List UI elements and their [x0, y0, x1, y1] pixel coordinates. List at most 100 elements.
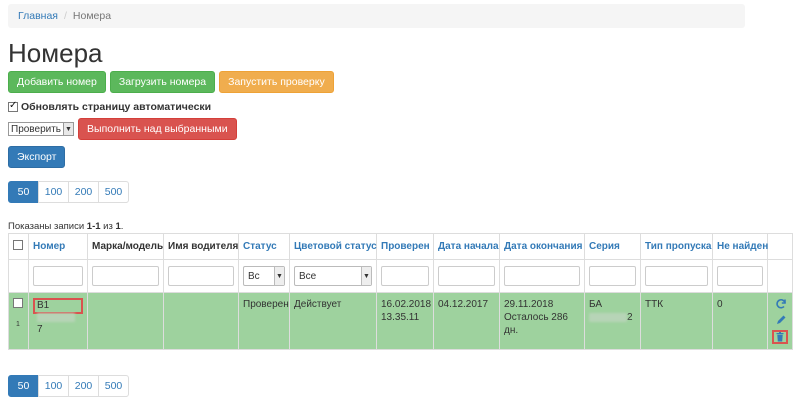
page-size-100[interactable]: 100: [38, 375, 69, 397]
pencil-icon[interactable]: [774, 314, 788, 328]
filter-cell: [87, 259, 164, 293]
chevron-down-icon: ▼: [274, 267, 284, 285]
trash-icon[interactable]: [772, 330, 788, 344]
page-size-200[interactable]: 200: [68, 181, 99, 203]
cell-end-date: 29.11.2018 Осталось 286 дн.: [499, 292, 585, 350]
cell-checked: 16.02.2018 13.35.11: [376, 292, 434, 350]
header-end-date[interactable]: Дата окончания: [499, 233, 585, 260]
filter-number-input[interactable]: [33, 266, 83, 286]
filter-not-found-input[interactable]: [717, 266, 763, 286]
bulk-actions: Проверить ▼ Выполнить над выбранными: [8, 118, 237, 140]
page-size-50[interactable]: 50: [8, 375, 39, 397]
filter-cell: [712, 259, 768, 293]
row-checkbox[interactable]: [13, 298, 23, 308]
header-actions: [767, 233, 793, 260]
cell-not-found: 0: [712, 292, 768, 350]
bulk-action-select[interactable]: Проверить ▼: [8, 122, 75, 136]
page-size-500[interactable]: 500: [98, 375, 129, 397]
auto-refresh-option: Обновлять страницу автоматически: [8, 100, 212, 113]
header-start-date[interactable]: Дата начала: [433, 233, 500, 260]
add-number-button[interactable]: Добавить номер: [8, 71, 106, 93]
filter-driver-input[interactable]: [168, 266, 234, 286]
select-all-checkbox[interactable]: [13, 240, 23, 250]
header-color-status[interactable]: Цветовой статус: [289, 233, 377, 260]
page-size-50[interactable]: 50: [8, 181, 39, 203]
table-header-row: Номер Марка/модель Имя водителя Статус Ц…: [8, 233, 793, 260]
cell-make-model: [87, 292, 164, 350]
filter-start-date-input[interactable]: [438, 266, 495, 286]
header-status[interactable]: Статус: [238, 233, 290, 260]
breadcrumb-home-link[interactable]: Главная: [18, 10, 58, 22]
filter-status-value: Вс: [248, 270, 260, 282]
filter-cell: [28, 259, 88, 293]
numbers-table: Номер Марка/модель Имя водителя Статус Ц…: [8, 233, 793, 350]
page-title: Номера: [8, 38, 103, 68]
filter-empty-cell: [767, 259, 793, 293]
table-filter-row: Вс ▼ Все ▼: [8, 259, 793, 293]
filter-cell: Вс ▼: [238, 259, 290, 293]
breadcrumb-separator: /: [63, 10, 67, 22]
header-checked[interactable]: Проверен: [376, 233, 434, 260]
filter-cell: [376, 259, 434, 293]
filter-color-status-value: Все: [299, 270, 317, 282]
filter-cell: [163, 259, 239, 293]
filter-cell: [584, 259, 641, 293]
redacted-text: [37, 312, 75, 322]
page-size-selector-bottom: 50 100 200 500: [8, 375, 129, 397]
page-size-selector-top: 50 100 200 500: [8, 181, 129, 203]
chevron-down-icon: ▼: [361, 267, 371, 285]
end-date: 29.11.2018: [504, 299, 554, 310]
header-pass-type[interactable]: Тип пропуска: [640, 233, 713, 260]
checked-date: 16.02.2018: [381, 299, 432, 310]
cell-start-date: 04.12.2017: [433, 292, 500, 350]
cell-color-status: Действует: [289, 292, 377, 350]
filter-pass-type-input[interactable]: [645, 266, 708, 286]
page-size-200[interactable]: 200: [68, 375, 99, 397]
cell-pass-type: ТТК: [640, 292, 713, 350]
header-number[interactable]: Номер: [28, 233, 88, 260]
export-button[interactable]: Экспорт: [8, 146, 66, 168]
auto-refresh-checkbox[interactable]: [8, 100, 18, 112]
run-check-button[interactable]: Запустить проверку: [219, 71, 334, 93]
plate-number[interactable]: В17: [33, 298, 83, 335]
filter-make-model-input[interactable]: [92, 266, 159, 286]
days-remaining: Осталось 286 дн.: [504, 312, 568, 336]
header-make-model: Марка/модель: [87, 233, 164, 260]
filter-cell: [433, 259, 500, 293]
filter-status-select[interactable]: Вс ▼: [243, 266, 285, 286]
top-actions: Добавить номер Загрузить номера Запустит…: [8, 71, 334, 93]
checked-time: 13.35.11: [381, 312, 420, 323]
cell-driver: [163, 292, 239, 350]
export-wrapper: Экспорт: [8, 146, 66, 168]
filter-series-input[interactable]: [589, 266, 636, 286]
filter-empty-cell: [8, 259, 29, 293]
select-all-cell: [8, 233, 29, 260]
breadcrumb-current: Номера: [72, 10, 112, 22]
page-size-500[interactable]: 500: [98, 181, 129, 203]
table-row: 1 В17 Проверен Действует 16.02.2018 13.3…: [8, 292, 793, 350]
redacted-text: [589, 312, 627, 322]
cell-actions: [767, 292, 793, 350]
header-series[interactable]: Серия: [584, 233, 641, 260]
chevron-down-icon: ▼: [63, 123, 74, 135]
header-driver: Имя водителя: [163, 233, 239, 260]
bulk-action-select-value: Проверить: [11, 123, 62, 135]
filter-checked-input[interactable]: [381, 266, 429, 286]
cell-series: БА2: [584, 292, 641, 350]
header-not-found[interactable]: Не найден: [712, 233, 768, 260]
filter-end-date-input[interactable]: [504, 266, 580, 286]
breadcrumb: Главная / Номера: [8, 4, 745, 28]
filter-cell: [640, 259, 713, 293]
filter-cell: Все ▼: [289, 259, 377, 293]
row-index: 1: [16, 321, 20, 328]
page-size-100[interactable]: 100: [38, 181, 69, 203]
cell-number: В17: [28, 292, 88, 350]
run-on-selected-button[interactable]: Выполнить над выбранными: [78, 118, 237, 140]
auto-refresh-label: Обновлять страницу автоматически: [21, 101, 212, 113]
cell-status: Проверен: [238, 292, 290, 350]
upload-numbers-button[interactable]: Загрузить номера: [109, 71, 216, 93]
records-summary: Показаны записи 1-1 из 1.: [8, 221, 124, 232]
filter-color-status-select[interactable]: Все ▼: [294, 266, 372, 286]
filter-cell: [499, 259, 585, 293]
refresh-icon[interactable]: [774, 298, 788, 312]
